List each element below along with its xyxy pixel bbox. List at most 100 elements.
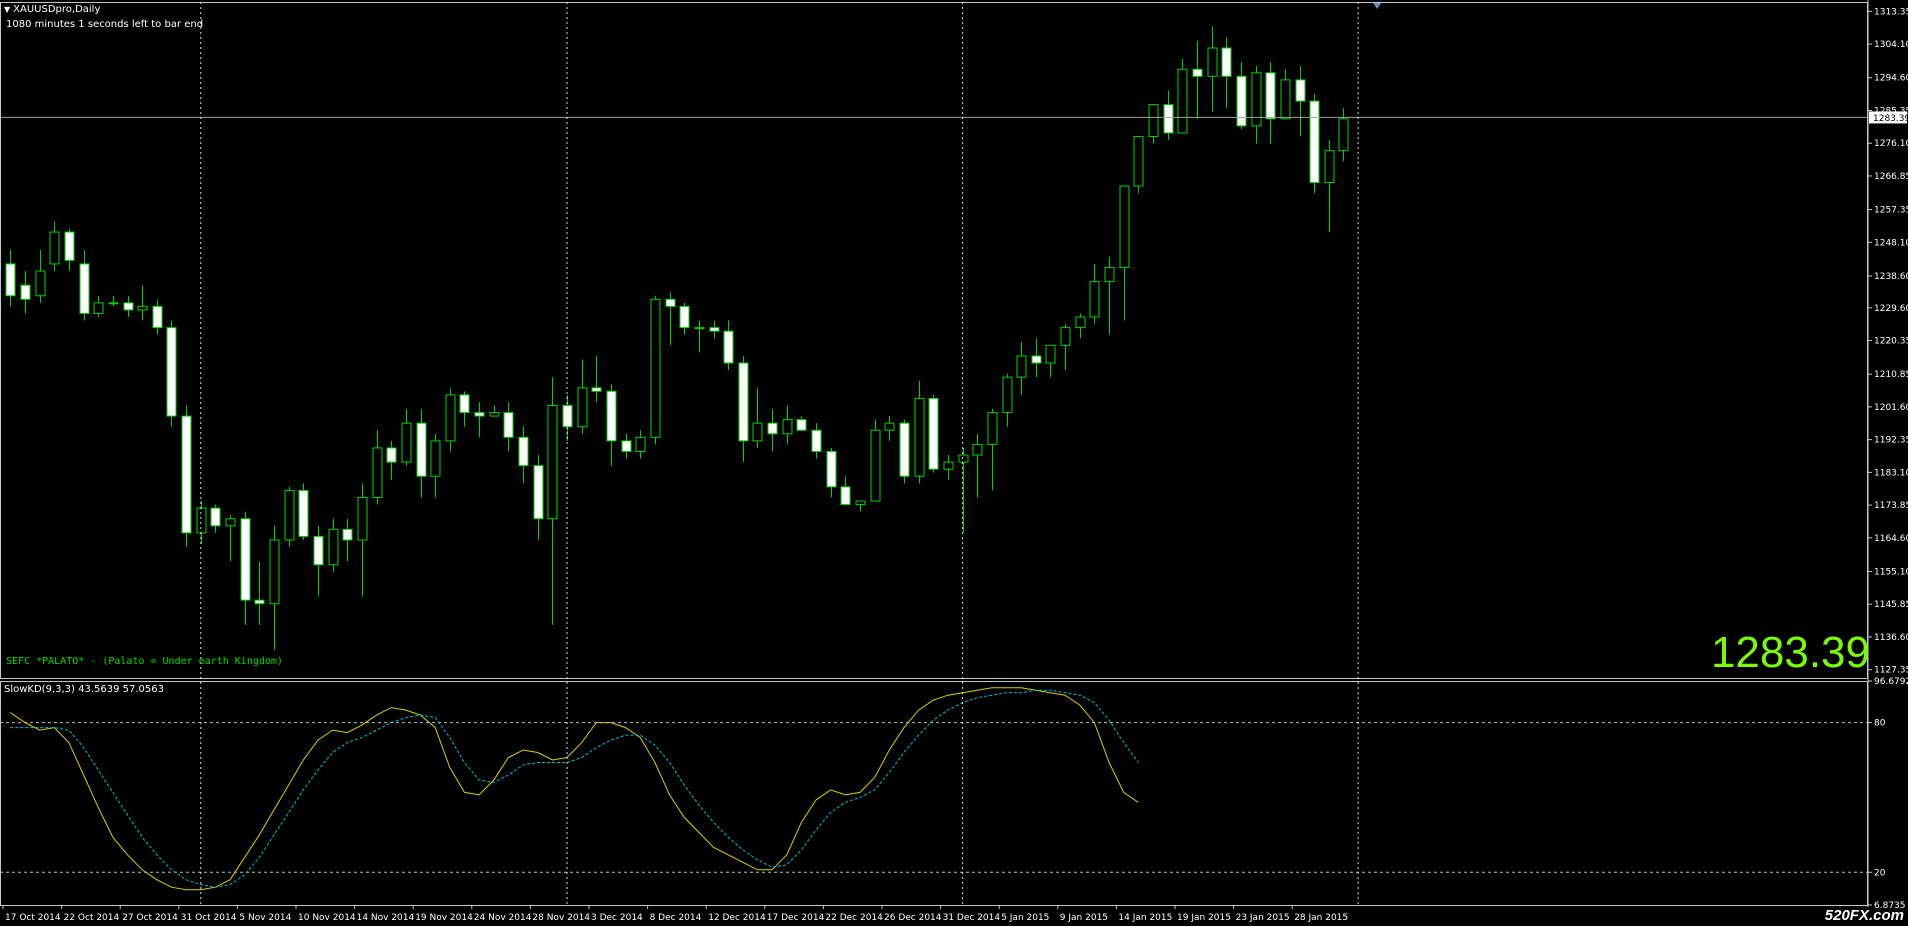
candle	[1075, 313, 1086, 339]
candle	[621, 433, 632, 459]
bear-candle-body	[518, 436, 529, 467]
indicator-tick-label: 80	[1874, 719, 1886, 729]
candle	[1119, 185, 1130, 321]
bull-candle-body	[1177, 68, 1188, 134]
bear-candle-body	[826, 450, 837, 488]
bull-candle-body	[547, 404, 558, 520]
candle	[357, 483, 368, 597]
dropdown-triangle-icon[interactable]: ▼	[4, 5, 10, 14]
bull-candle-body	[650, 298, 661, 438]
indicator-pane-border	[0, 681, 1868, 906]
price-tick-label: 1183.10	[1874, 468, 1908, 478]
bull-candle-body	[1324, 150, 1335, 184]
bear-candle-body	[166, 327, 177, 417]
bear-candle-body	[1265, 72, 1276, 120]
bull-candle-body	[914, 397, 925, 477]
candle	[518, 426, 529, 484]
date-tick-label: 14 Nov 2014	[357, 913, 415, 923]
candle	[1280, 69, 1291, 120]
price-tick-label: 1145.85	[1874, 600, 1908, 610]
slowkd-k-line	[10, 687, 1139, 891]
candle	[240, 511, 251, 625]
bull-candle-body	[1060, 327, 1071, 346]
price-tick-label: 1173.85	[1874, 501, 1908, 511]
candle	[342, 518, 353, 562]
date-tick-label: 31 Dec 2014	[943, 913, 1001, 923]
bull-candle-body	[958, 454, 969, 463]
bull-candle-body	[1119, 185, 1130, 268]
price-tick-label: 1192.35	[1874, 436, 1908, 446]
watermark: 520FX.com	[1824, 907, 1904, 924]
price-pane[interactable]	[0, 26, 1868, 650]
candle	[430, 433, 441, 498]
indicator-pane[interactable]	[0, 687, 1868, 891]
candle	[49, 221, 60, 271]
bull-candle-body	[1016, 355, 1027, 378]
candle	[1060, 324, 1071, 371]
candle	[840, 476, 851, 506]
date-tick-label: 24 Nov 2014	[474, 913, 532, 923]
bear-candle-body	[386, 447, 397, 463]
bear-candle-body	[621, 440, 632, 452]
date-tick-label: 5 Nov 2014	[239, 913, 291, 923]
candle	[899, 419, 910, 484]
bull-candle-body	[1075, 316, 1086, 329]
bull-candle-body	[884, 422, 895, 431]
price-tick-label: 1164.60	[1874, 534, 1908, 544]
price-tick-label: 1136.60	[1874, 633, 1908, 643]
bear-candle-body	[5, 263, 16, 297]
bear-candle-body	[899, 422, 910, 477]
bar-timer: 1080 minutes 1 seconds left to bar end	[6, 19, 204, 30]
candle	[752, 387, 763, 448]
candle	[298, 483, 309, 540]
candle	[1221, 37, 1232, 109]
candle	[108, 295, 119, 307]
bear-candle-body	[767, 422, 778, 435]
slowkd-d-line	[10, 689, 1139, 888]
candle	[196, 501, 207, 544]
bear-candle-body	[459, 394, 470, 414]
candle	[694, 320, 705, 353]
date-tick-label: 5 Jan 2015	[1001, 913, 1049, 923]
candle	[1148, 104, 1159, 144]
candle	[1338, 108, 1349, 162]
date-tick-label: 22 Oct 2014	[64, 913, 120, 923]
bear-candle-body	[679, 305, 690, 329]
bull-candle-body	[372, 447, 383, 498]
symbol-title[interactable]: ▼ XAUUSDpro,Daily	[4, 4, 100, 15]
bear-candle-body	[298, 489, 309, 537]
candle	[709, 320, 720, 339]
bull-candle-body	[108, 302, 119, 305]
candle	[1002, 373, 1013, 427]
price-tick-label: 1276.10	[1874, 139, 1908, 149]
candle	[635, 430, 646, 459]
bull-candle-body	[328, 528, 339, 566]
date-tick-label: 8 Dec 2014	[650, 913, 702, 923]
bull-candle-body	[577, 387, 588, 428]
bull-candle-body	[972, 443, 983, 456]
bear-candle-body	[1163, 104, 1174, 134]
bear-candle-body	[313, 535, 324, 566]
candle	[20, 270, 31, 314]
candle	[1016, 341, 1027, 395]
candle	[782, 405, 793, 445]
bear-candle-body	[474, 412, 485, 417]
candle	[503, 401, 514, 452]
bear-candle-body	[738, 362, 749, 442]
candle	[328, 518, 339, 572]
bull-candle-body	[1207, 47, 1218, 77]
bear-candle-body	[1309, 100, 1320, 184]
bull-candle-body	[137, 305, 148, 311]
date-tick-label: 22 Dec 2014	[825, 913, 883, 923]
candle	[152, 299, 163, 335]
bear-candle-body	[20, 284, 31, 300]
candle	[64, 228, 75, 271]
bear-candle-body	[840, 486, 851, 506]
bull-candle-body	[752, 422, 763, 442]
candle	[123, 295, 134, 317]
bear-candle-body	[796, 419, 807, 431]
candle	[386, 440, 397, 480]
price-pane-border	[0, 2, 1868, 679]
candle	[1265, 62, 1276, 144]
candle	[591, 355, 602, 402]
